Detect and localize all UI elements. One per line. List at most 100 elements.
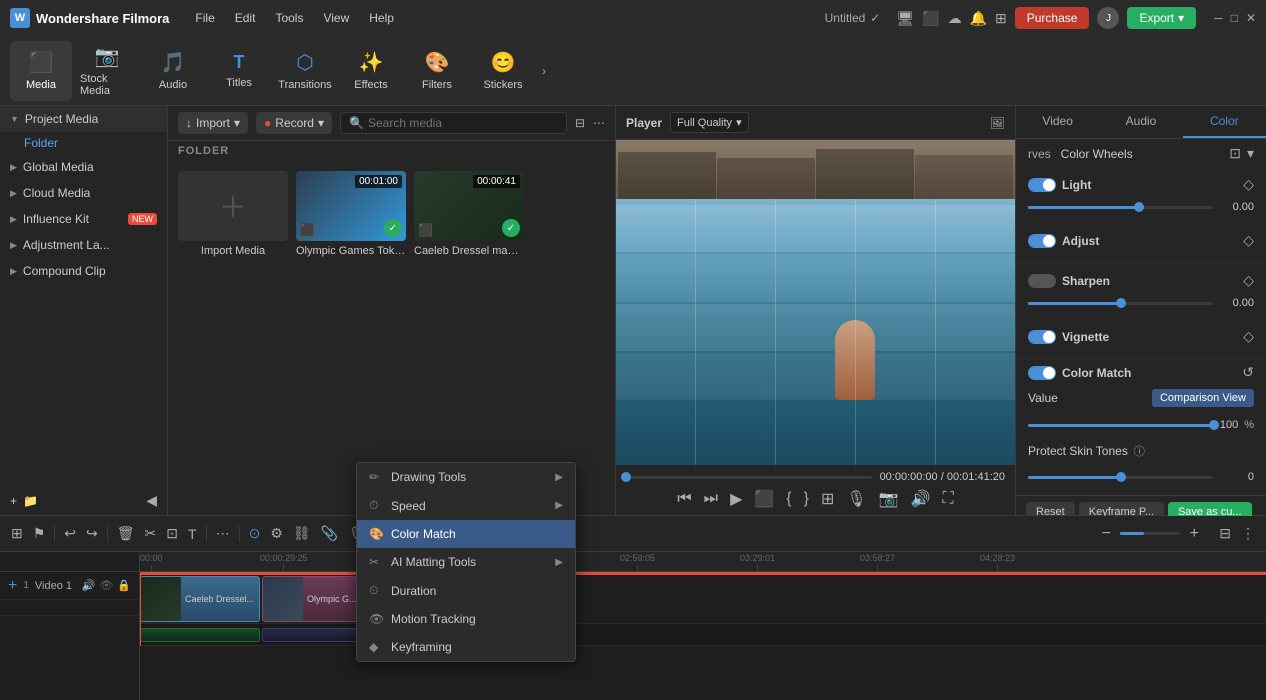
import-button[interactable]: ↓ Import ▾: [178, 112, 248, 134]
voiceover-button[interactable]: 🎙: [846, 489, 866, 509]
color-match-slider[interactable]: [1028, 424, 1214, 427]
toolbar-item-effects[interactable]: ✨ Effects: [340, 41, 402, 101]
minimize-icon[interactable]: ─: [1214, 11, 1223, 25]
zoom-out-icon[interactable]: −: [1096, 524, 1116, 544]
vignette-toggle[interactable]: [1028, 330, 1056, 344]
ctx-motion-tracking[interactable]: 👁 Motion Tracking: [357, 605, 575, 633]
ctx-duration[interactable]: ⏲ Duration: [357, 576, 575, 605]
cloud-icon[interactable]: ☁: [948, 10, 962, 27]
ctx-keyframing[interactable]: ◆ Keyframing: [357, 633, 575, 661]
toolbar-more-arrow[interactable]: ›: [538, 60, 550, 82]
menu-help[interactable]: Help: [361, 7, 402, 29]
media-item-caeleb[interactable]: 00:00:41 ⬛ ✓ Caeleb Dressel makes ...: [414, 171, 524, 257]
mark-out-button[interactable]: }: [804, 490, 809, 508]
zoom-slider[interactable]: [1120, 532, 1180, 535]
toolbar-item-media[interactable]: ⬛ Media: [10, 41, 72, 101]
light-diamond-icon[interactable]: ◇: [1243, 176, 1254, 193]
ctx-drawing-tools[interactable]: ✏ Drawing Tools ▶: [357, 463, 575, 491]
track-clip-audio-caeleb[interactable]: [140, 628, 260, 642]
filter-icon[interactable]: ⊟: [575, 116, 585, 130]
toolbar-item-stickers[interactable]: 😊 Stickers: [472, 41, 534, 101]
color-wheels-more-icon[interactable]: ▾: [1247, 145, 1254, 162]
record-button[interactable]: ● Record ▾: [256, 112, 332, 134]
maximize-icon[interactable]: □: [1231, 11, 1238, 25]
more-options-icon[interactable]: ⋯: [593, 116, 605, 130]
collapse-sidebar-icon[interactable]: ◀: [146, 492, 157, 509]
sidebar-item-project-media[interactable]: ▼ Project Media: [0, 106, 167, 132]
color-match-refresh-icon[interactable]: ↺: [1242, 364, 1254, 381]
sharpen-diamond-icon[interactable]: ◇: [1243, 272, 1254, 289]
add-folder-icon[interactable]: +: [10, 494, 17, 508]
track-speaker-icon[interactable]: 🔊: [82, 579, 96, 592]
play-button[interactable]: ▶: [730, 489, 742, 509]
crop-icon[interactable]: ⊡: [163, 522, 181, 545]
toolbar-item-titles[interactable]: T Titles: [208, 41, 270, 101]
fullscreen-button[interactable]: ⛶: [943, 490, 954, 508]
menu-tools[interactable]: Tools: [267, 7, 311, 29]
skip-back-button[interactable]: ⏮: [677, 490, 691, 508]
screen2-icon[interactable]: ⬛: [922, 10, 939, 27]
bell-icon[interactable]: 🔔: [970, 10, 987, 27]
info-icon[interactable]: ⓘ: [1134, 443, 1145, 459]
menu-file[interactable]: File: [187, 7, 222, 29]
toolbar-item-filters[interactable]: 🎨 Filters: [406, 41, 468, 101]
tab-audio[interactable]: Audio: [1099, 106, 1182, 138]
grid-icon[interactable]: ⊞: [995, 10, 1007, 27]
ripple-icon[interactable]: ⚙: [267, 522, 286, 545]
vignette-diamond-icon[interactable]: ◇: [1243, 328, 1254, 345]
track-lock-icon[interactable]: 🔒: [117, 579, 131, 592]
media-item-olympic[interactable]: 00:01:00 ⬛ ✓ Olympic Games Tokyo...: [296, 171, 406, 257]
timeline-scenes-icon[interactable]: ⊞: [8, 522, 26, 545]
step-back-button[interactable]: ⏭: [704, 490, 718, 508]
stop-button[interactable]: ⬛: [754, 489, 774, 509]
progress-bar[interactable]: [626, 476, 872, 479]
media-search-box[interactable]: 🔍: [340, 112, 567, 134]
sidebar-item-global-media[interactable]: ▶ Global Media: [0, 154, 167, 180]
folder-icon[interactable]: 📁: [23, 494, 38, 508]
sidebar-item-influence-kit[interactable]: ▶ Influence Kit NEW: [0, 206, 167, 232]
clip-icon[interactable]: 📎: [318, 522, 341, 545]
redo-icon[interactable]: ↪: [83, 522, 101, 545]
comparison-view-button[interactable]: Comparison View: [1152, 389, 1254, 407]
ctx-color-match[interactable]: 🎨 Color Match: [357, 520, 575, 548]
sidebar-item-compound-clip[interactable]: ▶ Compound Clip: [0, 258, 167, 284]
toolbar-item-transitions[interactable]: ⬡ Transitions: [274, 41, 336, 101]
sharpen-slider[interactable]: [1028, 302, 1213, 305]
track-add-icon[interactable]: +: [8, 577, 17, 595]
timeline-markers-icon[interactable]: ⚑: [30, 522, 49, 545]
adjust-diamond-icon[interactable]: ◇: [1243, 232, 1254, 249]
ctx-ai-matting[interactable]: ✂ AI Matting Tools ▶: [357, 548, 575, 576]
text-icon[interactable]: T: [185, 523, 200, 545]
menu-view[interactable]: View: [315, 7, 357, 29]
ctx-speed[interactable]: ⏱ Speed ▶: [357, 491, 575, 520]
skin-slider[interactable]: [1028, 476, 1213, 479]
delete-icon[interactable]: 🗑: [114, 522, 138, 545]
sidebar-item-cloud-media[interactable]: ▶ Cloud Media: [0, 180, 167, 206]
snapshot-button[interactable]: 📷: [879, 489, 899, 509]
light-slider[interactable]: [1028, 206, 1213, 209]
undo-icon[interactable]: ↩: [61, 522, 79, 545]
track-clip-olympic[interactable]: Olympic G...: [262, 576, 367, 622]
monitor-icon[interactable]: 🖥: [896, 10, 914, 27]
quality-select[interactable]: Full Quality ▾: [670, 112, 749, 133]
media-item-import[interactable]: ＋ Import Media: [178, 171, 288, 257]
menu-edit[interactable]: Edit: [227, 7, 264, 29]
export-button[interactable]: Export ▾: [1127, 7, 1196, 29]
timeline-grid-icon[interactable]: ⊟: [1216, 522, 1234, 545]
color-match-toggle[interactable]: [1028, 366, 1056, 380]
sidebar-folder[interactable]: Folder: [0, 132, 167, 154]
close-icon[interactable]: ✕: [1246, 11, 1256, 25]
user-avatar[interactable]: J: [1097, 7, 1119, 29]
more-tools-icon[interactable]: ⋯: [213, 522, 233, 545]
sidebar-item-adjustment[interactable]: ▶ Adjustment La...: [0, 232, 167, 258]
cut-icon[interactable]: ✂: [142, 522, 160, 545]
split-view-icon[interactable]: ⊡: [1229, 145, 1241, 162]
sharpen-toggle[interactable]: [1028, 274, 1056, 288]
mark-in-button[interactable]: {: [786, 490, 791, 508]
add-to-timeline-button[interactable]: ⊞: [821, 489, 834, 509]
track-clip-audio-olympic[interactable]: [262, 628, 367, 642]
volume-button[interactable]: 🔊: [911, 489, 931, 509]
light-toggle[interactable]: [1028, 178, 1056, 192]
tab-color[interactable]: Color: [1183, 106, 1266, 138]
snap-icon[interactable]: ⊙: [246, 522, 264, 545]
